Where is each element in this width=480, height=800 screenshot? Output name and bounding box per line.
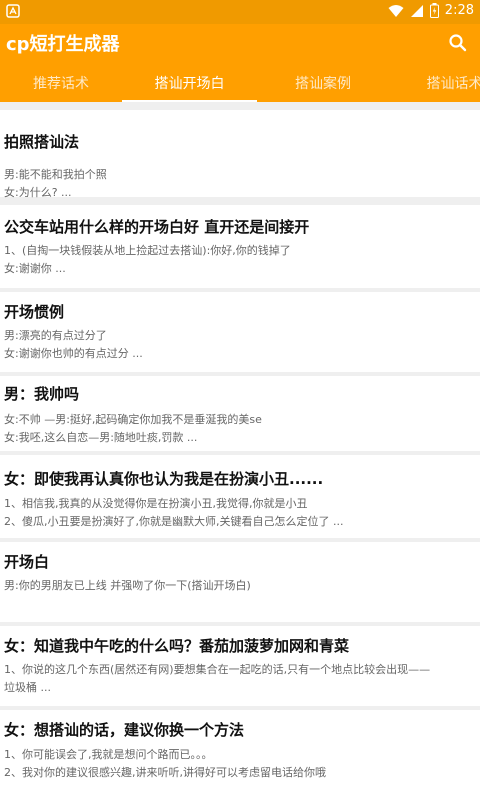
- item-title: 女：即使我再认真你也认为我是在扮演小丑......: [4, 470, 324, 488]
- item-line: 女:我呸,这么自恋—男:随地吐痰,罚款 ...: [4, 431, 198, 444]
- list-item[interactable]: 女：知道我中午吃的什么吗？番茄加菠萝加网和青菜 1、你说的这几个东西(居然还有网…: [0, 626, 480, 706]
- tab-cases[interactable]: 搭讪案例: [257, 64, 389, 102]
- item-line: 女:为什么? ...: [4, 186, 72, 199]
- list-item[interactable]: 公交车站用什么样的开场白好 直开还是间接开 1、(自掏一块钱假装从地上捡起过去搭…: [0, 205, 480, 288]
- search-icon: [449, 34, 467, 52]
- item-line: 女:谢谢你也帅的有点过分 ...: [4, 347, 143, 360]
- item-line: 2、我对你的建议很感兴趣,讲来听听,讲得好可以考虑留电话给你哦: [4, 766, 326, 779]
- item-line: 1、相信我,我真的从没觉得你是在扮演小丑,我觉得,你就是小丑: [4, 497, 308, 510]
- list-item[interactable]: 开场白 男:你的男朋友已上线 并强吻了你一下(搭讪开场白): [0, 542, 480, 622]
- list-item[interactable]: 拍照搭讪法 男:能不能和我拍个照 女:为什么? ...: [0, 110, 480, 199]
- tab-opening-lines[interactable]: 搭讪开场白: [122, 64, 257, 102]
- wifi-icon: [388, 4, 404, 18]
- tab-scripts[interactable]: 搭讪话术: [389, 64, 480, 102]
- list-item[interactable]: 女：想搭讪的话，建议你换一个方法 1、你可能误会了,我就是想问个路而已。。。 2…: [0, 710, 480, 800]
- item-title: 女：知道我中午吃的什么吗？番茄加菠萝加网和青菜: [4, 637, 350, 655]
- tab-recommended[interactable]: 推荐话术: [0, 64, 122, 102]
- item-line: 女:不帅 —男:挺好,起码确定你加我不是垂涎我的美se: [4, 413, 262, 426]
- item-line: 男:你的男朋友已上线 并强吻了你一下(搭讪开场白): [4, 579, 251, 592]
- item-line: 1、(自掏一块钱假装从地上捡起过去搭讪):你好,你的钱掉了: [4, 244, 291, 257]
- tab-bar: 推荐话术 搭讪开场白 搭讪案例 搭讪话术: [0, 64, 480, 102]
- list-divider: [0, 102, 480, 110]
- item-title: 公交车站用什么样的开场白好 直开还是间接开: [4, 218, 310, 236]
- app-bar: cp短打生成器: [0, 24, 480, 64]
- item-line: 男:能不能和我拍个照: [4, 168, 107, 181]
- item-title: 女：想搭讪的话，建议你换一个方法: [4, 721, 245, 739]
- list-item[interactable]: 开场惯例 男:漂亮的有点过分了 女:谢谢你也帅的有点过分 ...: [0, 292, 480, 372]
- item-title: 开场白: [4, 553, 50, 571]
- battery-icon: [429, 3, 439, 18]
- app-title: cp短打生成器: [6, 34, 120, 55]
- status-bar: 2:28: [0, 0, 480, 24]
- item-title: 开场惯例: [4, 303, 65, 321]
- notification-icon: [6, 4, 20, 18]
- item-line: 1、你说的这几个东西(居然还有网)要想集合在一起吃的话,只有一个地点比较会出现—…: [4, 663, 431, 676]
- item-line: 1、你可能误会了,我就是想问个路而已。。。: [4, 748, 213, 761]
- item-title: 拍照搭讪法: [4, 133, 80, 151]
- list-item[interactable]: 男：我帅吗 女:不帅 —男:挺好,起码确定你加我不是垂涎我的美se 女:我呸,这…: [0, 376, 480, 451]
- list-item[interactable]: 女：即使我再认真你也认为我是在扮演小丑...... 1、相信我,我真的从没觉得你…: [0, 455, 480, 538]
- status-time: 2:28: [444, 3, 474, 18]
- search-button[interactable]: [446, 31, 470, 55]
- item-line: 女:谢谢你 ...: [4, 262, 66, 275]
- content-list[interactable]: 拍照搭讪法 男:能不能和我拍个照 女:为什么? ... 公交车站用什么样的开场白…: [0, 102, 480, 800]
- item-line: 男:漂亮的有点过分了: [4, 329, 107, 342]
- signal-icon: [410, 4, 424, 18]
- item-title: 男：我帅吗: [4, 385, 80, 403]
- item-line: 2、傻瓜,小丑要是扮演好了,你就是幽默大师,关键看自己怎么定位了 ...: [4, 515, 344, 528]
- item-line: 垃圾桶 ...: [4, 681, 51, 694]
